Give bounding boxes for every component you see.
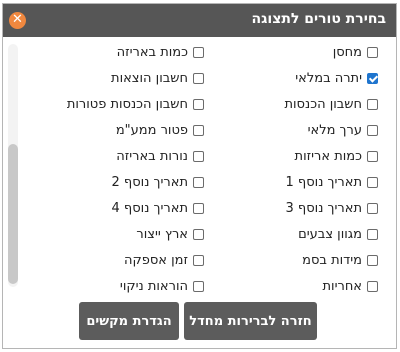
option-delivery-time[interactable]: זמן אספקה — [124, 250, 204, 270]
checkbox[interactable] — [193, 72, 204, 84]
checkbox-checked[interactable] — [367, 72, 378, 84]
option-exempt-income-account[interactable]: חשבון הכנסות פטורות — [67, 94, 204, 114]
checkbox[interactable] — [367, 228, 378, 240]
close-icon[interactable]: ✕ — [9, 12, 26, 29]
option-warehouse[interactable]: מחסן — [333, 42, 378, 62]
option-extra-date-2[interactable]: תאריך נוסף 2 — [111, 172, 204, 192]
option-cleaning-instructions[interactable]: הוראות ניקוי — [120, 276, 204, 296]
checkbox[interactable] — [367, 254, 378, 266]
scrollbar-track[interactable] — [8, 44, 18, 287]
option-dimensions-cm[interactable]: מידות בסמ — [302, 250, 378, 270]
dialog-footer: חזרה לברירות מחדל הגדרת מקשים — [3, 294, 396, 350]
checkbox[interactable] — [193, 280, 204, 292]
option-label: נורות באריזה — [116, 148, 188, 164]
option-color-range[interactable]: מגוון צבעים — [298, 224, 378, 244]
option-label: תאריך נוסף 3 — [285, 200, 362, 216]
option-extra-date-1[interactable]: תאריך נוסף 1 — [285, 172, 378, 192]
option-label: כמות אריזות — [294, 148, 362, 164]
option-label: חשבון הכנסות — [284, 96, 362, 112]
option-extra-date-4[interactable]: תאריך נוסף 4 — [111, 198, 204, 218]
checkbox[interactable] — [367, 150, 378, 162]
checkbox[interactable] — [193, 46, 204, 58]
option-income-account[interactable]: חשבון הכנסות — [284, 94, 378, 114]
option-stock-balance[interactable]: יתרה במלאי — [295, 68, 378, 88]
option-package-quantity[interactable]: כמות באריזה — [117, 42, 204, 62]
checkbox[interactable] — [193, 98, 204, 110]
option-label: ערך מלאי — [307, 122, 362, 138]
option-label: מגוון צבעים — [298, 226, 362, 242]
option-vat-exempt[interactable]: פטור ממע"מ — [116, 120, 204, 140]
checkbox[interactable] — [193, 124, 204, 136]
option-label: ארץ ייצור — [136, 226, 188, 242]
option-label: חשבון הכנסות פטורות — [66, 96, 188, 112]
dialog-title: בחירת טורים לתצוגה — [251, 11, 386, 27]
options-scroll-area: מחסן כמות באריזה יתרה במלאי חשבון הוצאות… — [3, 37, 396, 294]
option-label: פטור ממע"מ — [115, 122, 188, 138]
checkbox[interactable] — [367, 98, 378, 110]
option-label: מידות בסמ — [302, 252, 362, 268]
option-bulbs-per-package[interactable]: נורות באריזה — [116, 146, 204, 166]
option-expense-account[interactable]: חשבון הוצאות — [111, 68, 204, 88]
option-country-of-origin[interactable]: ארץ ייצור — [136, 224, 204, 244]
checkbox[interactable] — [193, 150, 204, 162]
option-label: כמות באריזה — [116, 44, 188, 60]
option-label: אחריות — [322, 278, 362, 294]
key-settings-button[interactable]: הגדרת מקשים — [79, 302, 179, 340]
checkbox[interactable] — [193, 176, 204, 188]
checkbox[interactable] — [367, 202, 378, 214]
checkbox[interactable] — [193, 202, 204, 214]
option-label: זמן אספקה — [124, 252, 188, 268]
reset-defaults-button[interactable]: חזרה לברירות מחדל — [184, 302, 317, 340]
checkbox[interactable] — [193, 228, 204, 240]
option-label: תאריך נוסף 1 — [285, 174, 362, 190]
option-label: תאריך נוסף 2 — [111, 174, 188, 190]
option-label: הוראות ניקוי — [119, 278, 188, 294]
checkbox[interactable] — [367, 46, 378, 58]
option-label: חשבון הוצאות — [111, 70, 188, 86]
option-label: מחסן — [332, 44, 362, 60]
scrollbar-thumb[interactable] — [8, 144, 18, 284]
option-label: תאריך נוסף 4 — [111, 200, 188, 216]
column-selection-dialog: בחירת טורים לתצוגה ✕ מחסן כמות באריזה ית… — [2, 3, 397, 349]
option-package-count[interactable]: כמות אריזות — [295, 146, 378, 166]
option-extra-date-3[interactable]: תאריך נוסף 3 — [285, 198, 378, 218]
checkbox[interactable] — [367, 124, 378, 136]
option-label: יתרה במלאי — [295, 70, 362, 86]
option-stock-value[interactable]: ערך מלאי — [308, 120, 378, 140]
checkbox[interactable] — [367, 280, 378, 292]
option-warranty[interactable]: אחריות — [322, 276, 378, 296]
dialog-titlebar: בחירת טורים לתצוגה ✕ — [3, 4, 396, 37]
checkbox[interactable] — [193, 254, 204, 266]
checkbox[interactable] — [367, 176, 378, 188]
